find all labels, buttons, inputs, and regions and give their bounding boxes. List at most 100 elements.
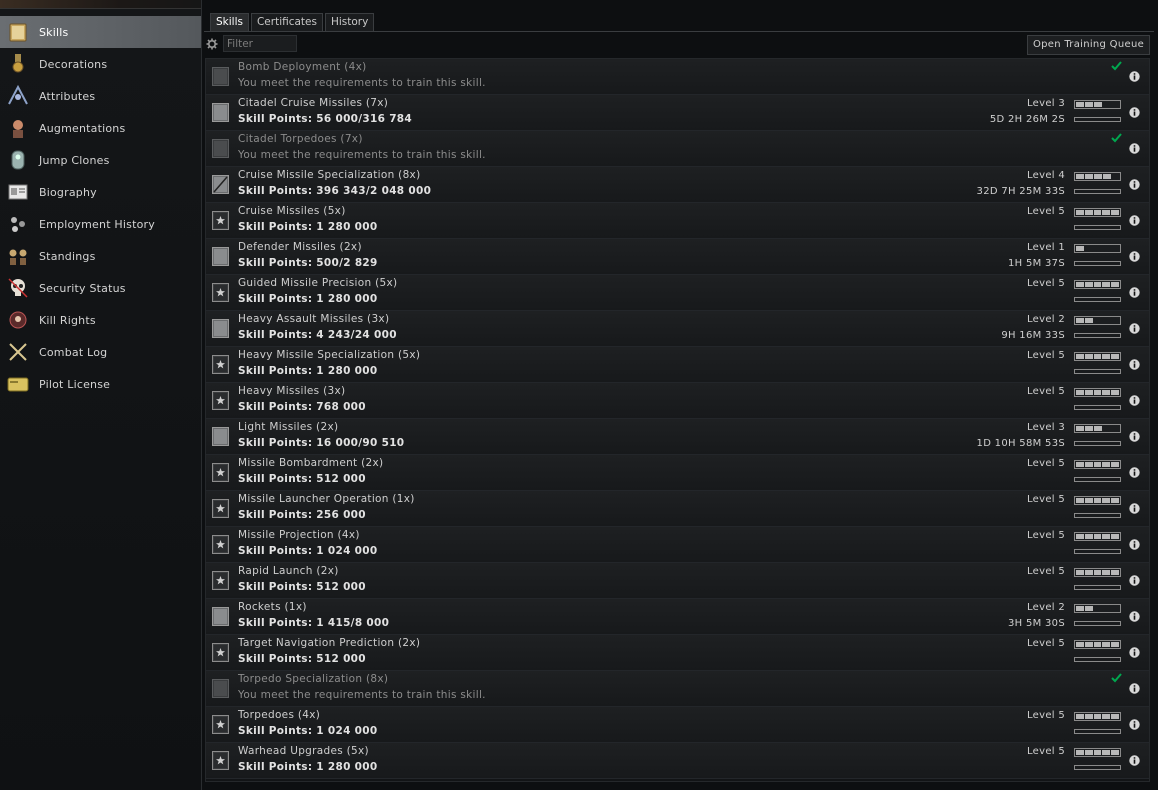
sidebar-item-biography[interactable]: Biography xyxy=(0,176,201,208)
level-pip xyxy=(1111,462,1119,467)
skill-name: Cruise Missiles (5x) xyxy=(238,205,346,217)
sidebar-item-combat-log[interactable]: Combat Log xyxy=(0,336,201,368)
skill-book-maxed-icon xyxy=(212,355,229,374)
level-pip xyxy=(1111,714,1119,719)
sidebar-item-employment-history[interactable]: Employment History xyxy=(0,208,201,240)
skill-row[interactable]: Torpedo Specialization (8x) You meet the … xyxy=(206,671,1149,707)
training-time: 5D 2H 26M 2S xyxy=(989,114,1065,125)
skill-level-indicator xyxy=(1074,280,1121,289)
skill-row[interactable]: Light Missiles (2x) Skill Points: 16 000/… xyxy=(206,419,1149,455)
info-icon[interactable] xyxy=(1129,539,1140,550)
character-portrait[interactable] xyxy=(0,0,201,9)
skill-level-indicator xyxy=(1074,388,1121,397)
filter-input[interactable] xyxy=(223,35,297,52)
skill-row[interactable]: Guided Missile Precision (5x) Skill Point… xyxy=(206,275,1149,311)
sidebar-item-skills[interactable]: Skills xyxy=(0,16,201,48)
skill-points: You meet the requirements to train this … xyxy=(238,77,486,89)
skill-book-icon xyxy=(212,319,229,338)
info-icon[interactable] xyxy=(1129,143,1140,154)
skill-name: Missile Projection (4x) xyxy=(238,529,360,541)
info-icon[interactable] xyxy=(1129,179,1140,190)
info-icon[interactable] xyxy=(1129,503,1140,514)
level-pip xyxy=(1076,570,1084,575)
info-icon[interactable] xyxy=(1129,755,1140,766)
info-icon[interactable] xyxy=(1129,251,1140,262)
skill-row[interactable]: Bomb Deployment (4x) You meet the require… xyxy=(206,59,1149,95)
level-pip xyxy=(1102,714,1111,719)
tab-certificates[interactable]: Certificates xyxy=(250,13,323,31)
info-icon[interactable] xyxy=(1129,323,1140,334)
skill-level-label: Level 5 xyxy=(1026,710,1065,721)
info-icon[interactable] xyxy=(1129,431,1140,442)
level-pip xyxy=(1093,642,1102,647)
skill-points: Skill Points: 1 280 000 xyxy=(238,761,378,773)
character-sheet-sidebar: Skills Decorations Attributes Augmentations… xyxy=(0,0,202,790)
level-pip xyxy=(1076,750,1084,755)
training-time: 1D 10H 58M 53S xyxy=(976,438,1065,449)
info-icon[interactable] xyxy=(1129,719,1140,730)
sidebar-item-label: Skills xyxy=(39,25,69,39)
sidebar-item-security-status[interactable]: Security Status xyxy=(0,272,201,304)
sidebar-item-attributes[interactable]: Attributes xyxy=(0,80,201,112)
level-pip xyxy=(1094,426,1102,431)
info-icon[interactable] xyxy=(1129,359,1140,370)
skill-book-maxed-icon xyxy=(212,643,229,662)
skill-points: Skill Points: 1 280 000 xyxy=(238,221,378,233)
skill-row[interactable]: Warhead Upgrades (5x) Skill Points: 1 280… xyxy=(206,743,1149,779)
skill-book-icon xyxy=(212,175,229,194)
skill-level-label: Level 5 xyxy=(1026,530,1065,541)
skill-row[interactable]: Citadel Cruise Missiles (7x) Skill Points… xyxy=(206,95,1149,131)
skill-row[interactable]: Cruise Missile Specialization (8x) Skill … xyxy=(206,167,1149,203)
sidebar-item-label: Decorations xyxy=(39,57,108,71)
skill-progress-bar xyxy=(1074,549,1121,554)
skill-level-label: Level 3 xyxy=(1026,422,1065,433)
skill-row[interactable]: Defender Missiles (2x) Skill Points: 500/… xyxy=(206,239,1149,275)
sidebar-item-augmentations[interactable]: Augmentations xyxy=(0,112,201,144)
tab-skills[interactable]: Skills xyxy=(210,13,249,31)
sidebar-item-pilot-license[interactable]: Pilot License xyxy=(0,368,201,400)
info-icon[interactable] xyxy=(1129,71,1140,82)
skill-row[interactable]: Missile Projection (4x) Skill Points: 1 0… xyxy=(206,527,1149,563)
level-pip xyxy=(1084,354,1093,359)
skill-row[interactable]: Torpedoes (4x) Skill Points: 1 024 000 Lev… xyxy=(206,707,1149,743)
open-training-queue-button[interactable]: Open Training Queue xyxy=(1027,35,1150,55)
info-icon[interactable] xyxy=(1129,575,1140,586)
tab-history[interactable]: History xyxy=(324,13,375,31)
info-icon[interactable] xyxy=(1129,107,1140,118)
info-icon[interactable] xyxy=(1129,467,1140,478)
skill-row[interactable]: Rockets (1x) Skill Points: 1 415/8 000 Lev… xyxy=(206,599,1149,635)
skill-progress-bar xyxy=(1074,261,1121,266)
level-pip xyxy=(1084,714,1093,719)
level-pip xyxy=(1093,462,1102,467)
skill-points: Skill Points: 512 000 xyxy=(238,653,366,665)
skill-book-icon xyxy=(212,607,229,626)
sidebar-item-kill-rights[interactable]: Kill Rights xyxy=(0,304,201,336)
skill-level-label: Level 4 xyxy=(1026,170,1065,181)
skill-row[interactable]: Heavy Missiles (3x) Skill Points: 768 000… xyxy=(206,383,1149,419)
info-icon[interactable] xyxy=(1129,647,1140,658)
skill-row[interactable]: Rapid Launch (2x) Skill Points: 512 000 Le… xyxy=(206,563,1149,599)
skill-progress-bar xyxy=(1074,585,1121,590)
gear-icon[interactable] xyxy=(206,38,218,50)
info-icon[interactable] xyxy=(1129,287,1140,298)
skill-row[interactable]: Missile Bombardment (2x) Skill Points: 51… xyxy=(206,455,1149,491)
training-time: 9H 16M 33S xyxy=(1001,330,1065,341)
info-icon[interactable] xyxy=(1129,215,1140,226)
skill-row[interactable]: Heavy Missile Specialization (5x) Skill P… xyxy=(206,347,1149,383)
skill-level-indicator xyxy=(1074,748,1121,757)
employment-icon xyxy=(5,212,31,236)
skill-points: Skill Points: 1 280 000 xyxy=(238,293,378,305)
info-icon[interactable] xyxy=(1129,683,1140,694)
sidebar-item-standings[interactable]: Standings xyxy=(0,240,201,272)
skill-row[interactable]: Target Navigation Prediction (2x) Skill P… xyxy=(206,635,1149,671)
info-icon[interactable] xyxy=(1129,395,1140,406)
skill-row[interactable]: Citadel Torpedoes (7x) You meet the requi… xyxy=(206,131,1149,167)
skill-row[interactable]: Heavy Assault Missiles (3x) Skill Points:… xyxy=(206,311,1149,347)
sidebar-item-decorations[interactable]: Decorations xyxy=(0,48,201,80)
skill-row[interactable]: Cruise Missiles (5x) Skill Points: 1 280 … xyxy=(206,203,1149,239)
skill-row[interactable]: Missile Launcher Operation (1x) Skill Poi… xyxy=(206,491,1149,527)
sidebar-item-jump-clones[interactable]: Jump Clones xyxy=(0,144,201,176)
scrollbar[interactable] xyxy=(1150,58,1156,780)
level-pip xyxy=(1103,174,1111,179)
info-icon[interactable] xyxy=(1129,611,1140,622)
